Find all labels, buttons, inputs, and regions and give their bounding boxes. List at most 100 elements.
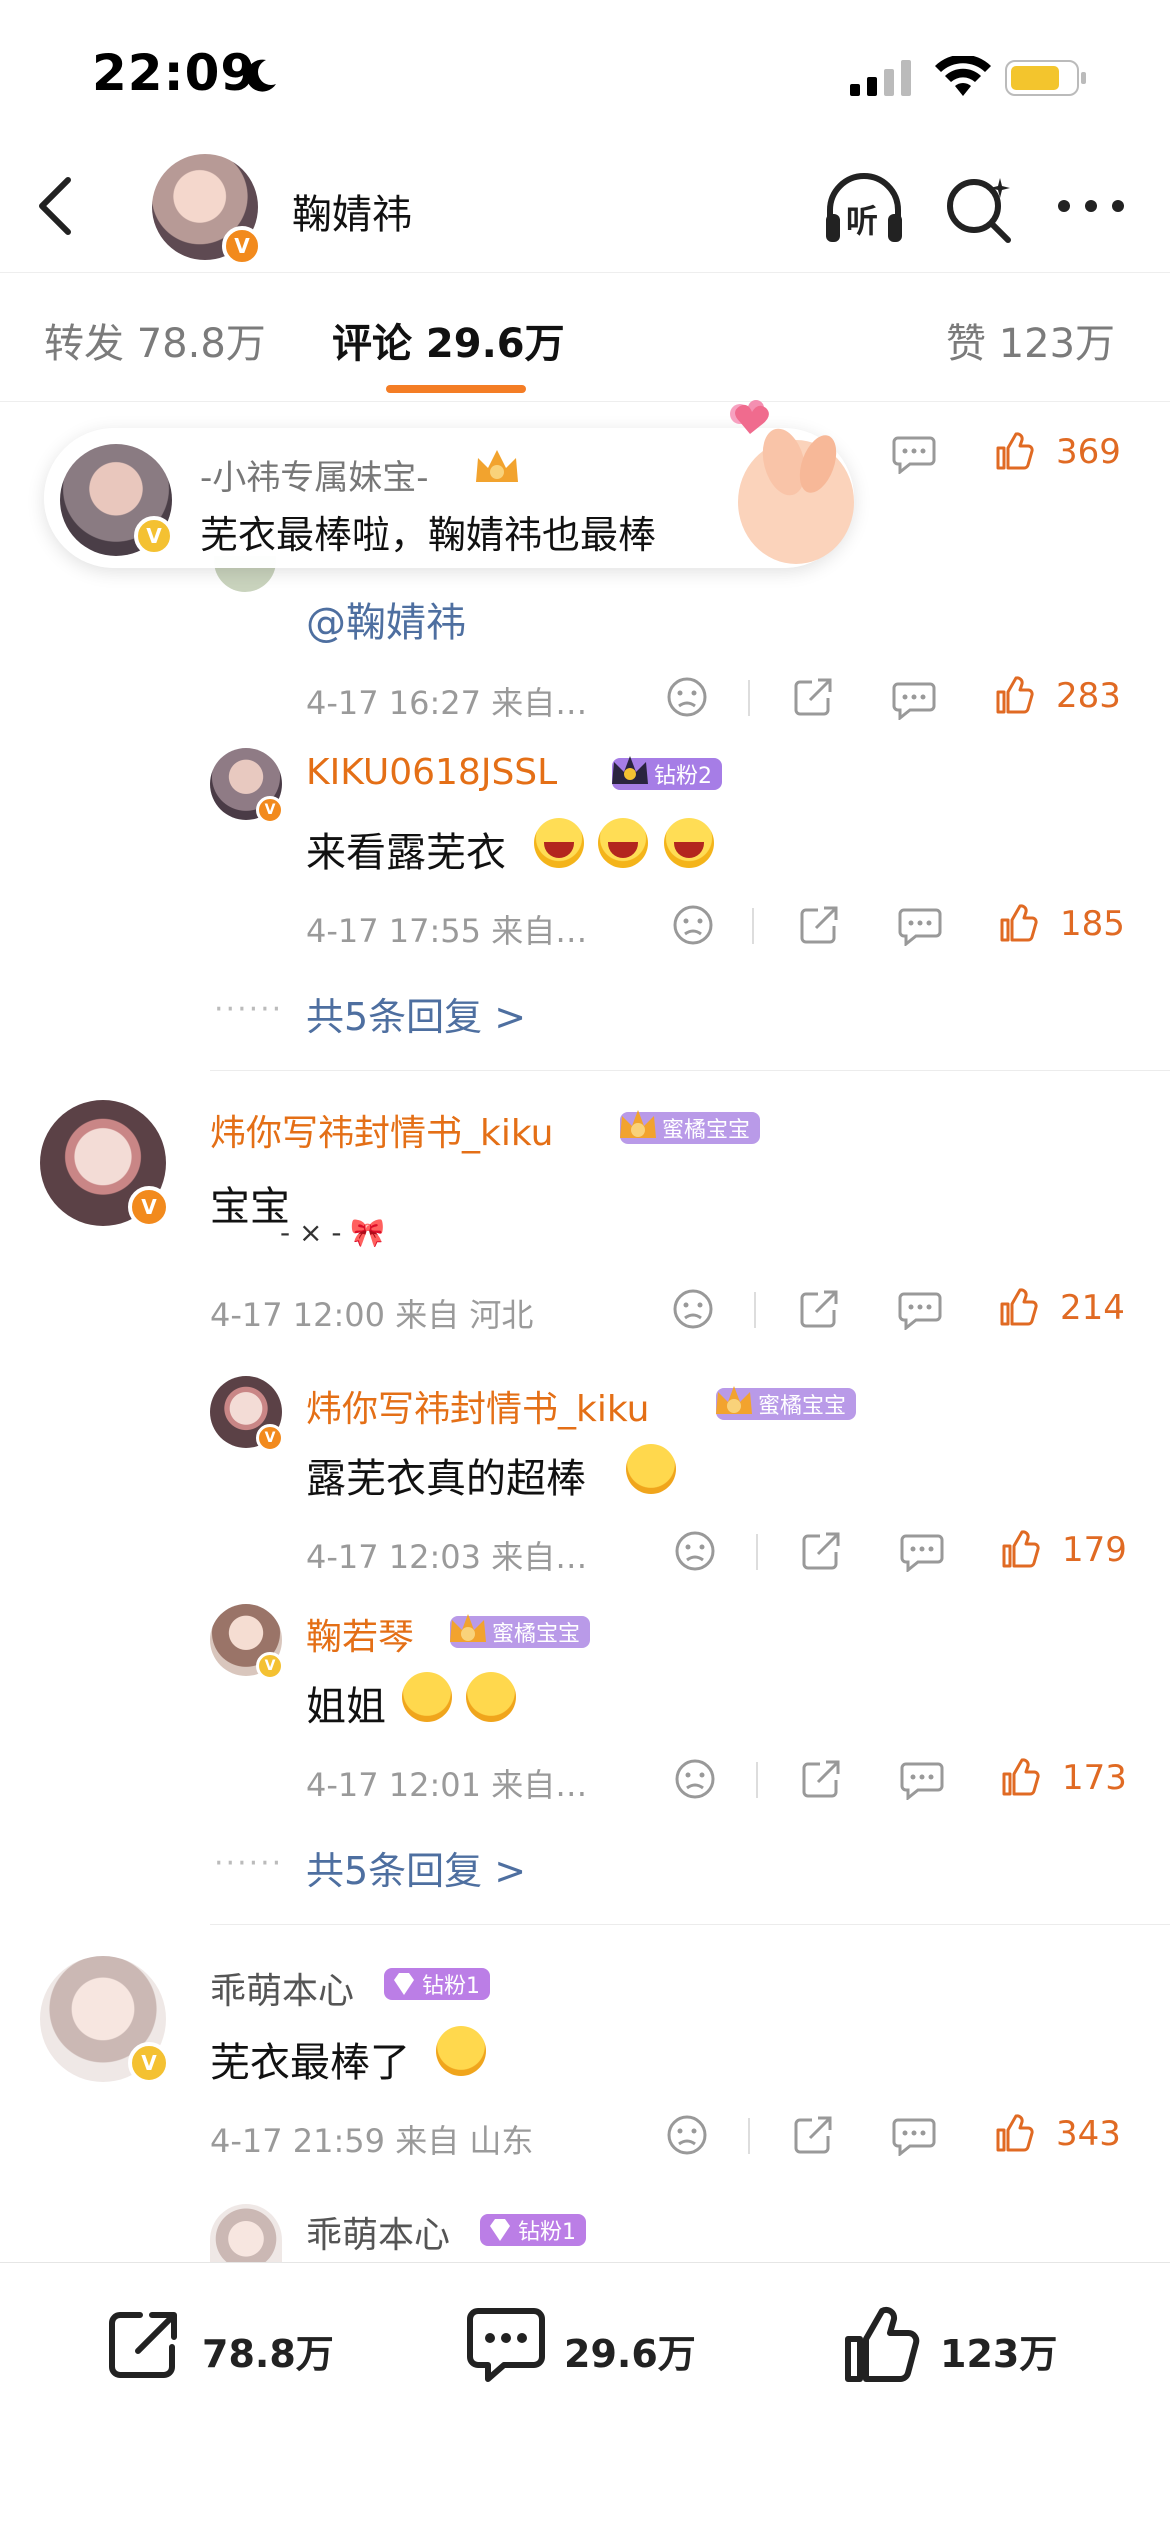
username[interactable]: 鞠若琴 <box>306 1608 414 1660</box>
like-icon[interactable] <box>998 902 1038 944</box>
badge-label: 蜜橘宝宝 <box>662 1118 751 1143</box>
more-dots: ······ <box>214 1846 284 1881</box>
fan-card-title: -小祎专属妹宝- <box>200 458 429 498</box>
more-replies-link[interactable]: 共5条回复 > <box>306 1840 526 1895</box>
reply-icon[interactable] <box>898 1290 942 1330</box>
diamond-icon <box>394 1973 414 1995</box>
reply-icon[interactable] <box>898 906 942 946</box>
love-emoji-icon <box>466 1672 516 1722</box>
crown-icon <box>450 1614 486 1642</box>
verified-badge-icon: V <box>256 1424 284 1452</box>
badge-label: 钻粉1 <box>422 1974 480 1999</box>
share-icon[interactable] <box>800 1758 842 1800</box>
moon-icon <box>246 59 276 92</box>
dislike-icon[interactable] <box>674 1758 716 1800</box>
dislike-icon[interactable] <box>672 904 714 946</box>
more-icon[interactable] <box>1056 194 1126 218</box>
search-icon[interactable] <box>944 174 1016 244</box>
more-replies-link[interactable]: 共5条回复 > <box>306 986 526 1041</box>
share-icon <box>109 2312 177 2378</box>
like-count: 369 <box>1056 432 1121 472</box>
timestamp: 4-17 12:00 来自 河北 <box>210 1296 534 1334</box>
tab-reposts[interactable]: 转发 78.8万 <box>44 311 266 369</box>
repost-button[interactable]: 78.8万 <box>104 2303 364 2393</box>
like-count: 179 <box>1062 1530 1127 1570</box>
like-icon[interactable] <box>994 674 1034 716</box>
username[interactable]: 乖萌本心 <box>210 1962 354 2014</box>
username[interactable]: 炜你写祎封情书_kiku <box>306 1380 649 1432</box>
tab-bar: 转发 78.8万 评论 29.6万 赞 123万 <box>0 272 1170 402</box>
fan-badge: 蜜橘宝宝 <box>716 1386 857 1420</box>
dislike-icon[interactable] <box>666 2114 708 2156</box>
divider <box>748 680 750 716</box>
timestamp: 4-17 12:03 来自… <box>306 1538 588 1576</box>
verified-badge-icon: V <box>134 516 174 556</box>
like-count: 185 <box>1060 904 1125 944</box>
crown-icon <box>612 756 648 784</box>
comment-text: 露芜衣真的超棒 <box>306 1456 586 1502</box>
share-icon[interactable] <box>800 1530 842 1572</box>
comment-count: 29.6万 <box>564 2332 696 2376</box>
listen-button[interactable]: 听 <box>822 170 906 246</box>
crown-icon <box>620 1110 656 1138</box>
username[interactable]: 乖萌本心 <box>306 2206 450 2258</box>
signal-icon <box>850 60 911 96</box>
verified-badge-icon: V <box>128 2042 170 2084</box>
grin-emoji-icon <box>664 818 714 868</box>
love-emoji-icon <box>402 1672 452 1722</box>
like-icon[interactable] <box>994 2112 1034 2154</box>
mention-link[interactable]: @鞠婧祎 <box>306 590 466 648</box>
badge-label: 蜜橘宝宝 <box>758 1394 847 1419</box>
reply-icon[interactable] <box>892 680 936 720</box>
like-count: 123万 <box>940 2332 1058 2376</box>
tab-comments[interactable]: 评论 29.6万 <box>332 311 565 369</box>
grin-emoji-icon <box>534 818 584 868</box>
like-icon <box>845 2306 920 2382</box>
verified-badge-icon: V <box>256 1652 284 1680</box>
divider <box>754 1292 756 1328</box>
dislike-icon[interactable] <box>674 1530 716 1572</box>
tab-likes[interactable]: 赞 123万 <box>946 311 1115 369</box>
avatar[interactable] <box>210 2204 282 2262</box>
fan-badge: 钻粉1 <box>480 2214 586 2246</box>
divider <box>756 1762 758 1798</box>
fan-badge: 蜜橘宝宝 <box>620 1110 761 1144</box>
bottom-action-bar: 78.8万 29.6万 123万 <box>0 2262 1170 2532</box>
fan-badge: 钻粉1 <box>384 1968 490 2000</box>
comment-text: 芜衣最棒了 <box>210 2040 410 2086</box>
verified-badge-icon: V <box>256 796 284 824</box>
badge-label: 蜜橘宝宝 <box>492 1622 581 1647</box>
username[interactable]: KIKU0618JSSL <box>306 752 557 793</box>
reply-icon[interactable] <box>900 1532 944 1572</box>
like-icon[interactable] <box>1000 1528 1040 1570</box>
share-icon[interactable] <box>792 2114 834 2156</box>
page-title[interactable]: 鞠婧祎 <box>292 182 412 240</box>
divider <box>752 908 754 944</box>
comment-button[interactable]: 29.6万 <box>466 2303 726 2393</box>
dislike-icon[interactable] <box>666 676 708 718</box>
reply-icon[interactable] <box>900 1760 944 1800</box>
header: V 鞠婧祎 听 <box>0 140 1170 270</box>
like-count: 343 <box>1056 2114 1121 2154</box>
hug-emoji-icon <box>626 1444 676 1494</box>
dislike-icon[interactable] <box>672 1288 714 1330</box>
badge-label: 钻粉2 <box>654 764 712 789</box>
like-icon[interactable] <box>994 430 1034 472</box>
like-icon[interactable] <box>1000 1756 1040 1798</box>
diamond-icon <box>490 2219 510 2241</box>
more-dots: ······ <box>214 992 284 1027</box>
share-icon[interactable] <box>792 676 834 718</box>
reply-icon[interactable] <box>892 434 936 474</box>
share-icon[interactable] <box>798 1288 840 1330</box>
reply-icon[interactable] <box>892 2116 936 2156</box>
username[interactable]: 炜你写祎封情书_kiku <box>210 1104 553 1156</box>
comment-text: 来看露芜衣 <box>306 830 506 876</box>
tab-indicator <box>386 385 526 393</box>
badge-label: 钻粉1 <box>518 2220 576 2245</box>
share-icon[interactable] <box>798 904 840 946</box>
divider <box>210 1070 1170 1071</box>
back-icon[interactable] <box>30 174 80 238</box>
like-icon[interactable] <box>998 1286 1038 1328</box>
wifi-icon <box>935 56 991 96</box>
like-button[interactable]: 123万 <box>842 2303 1082 2393</box>
